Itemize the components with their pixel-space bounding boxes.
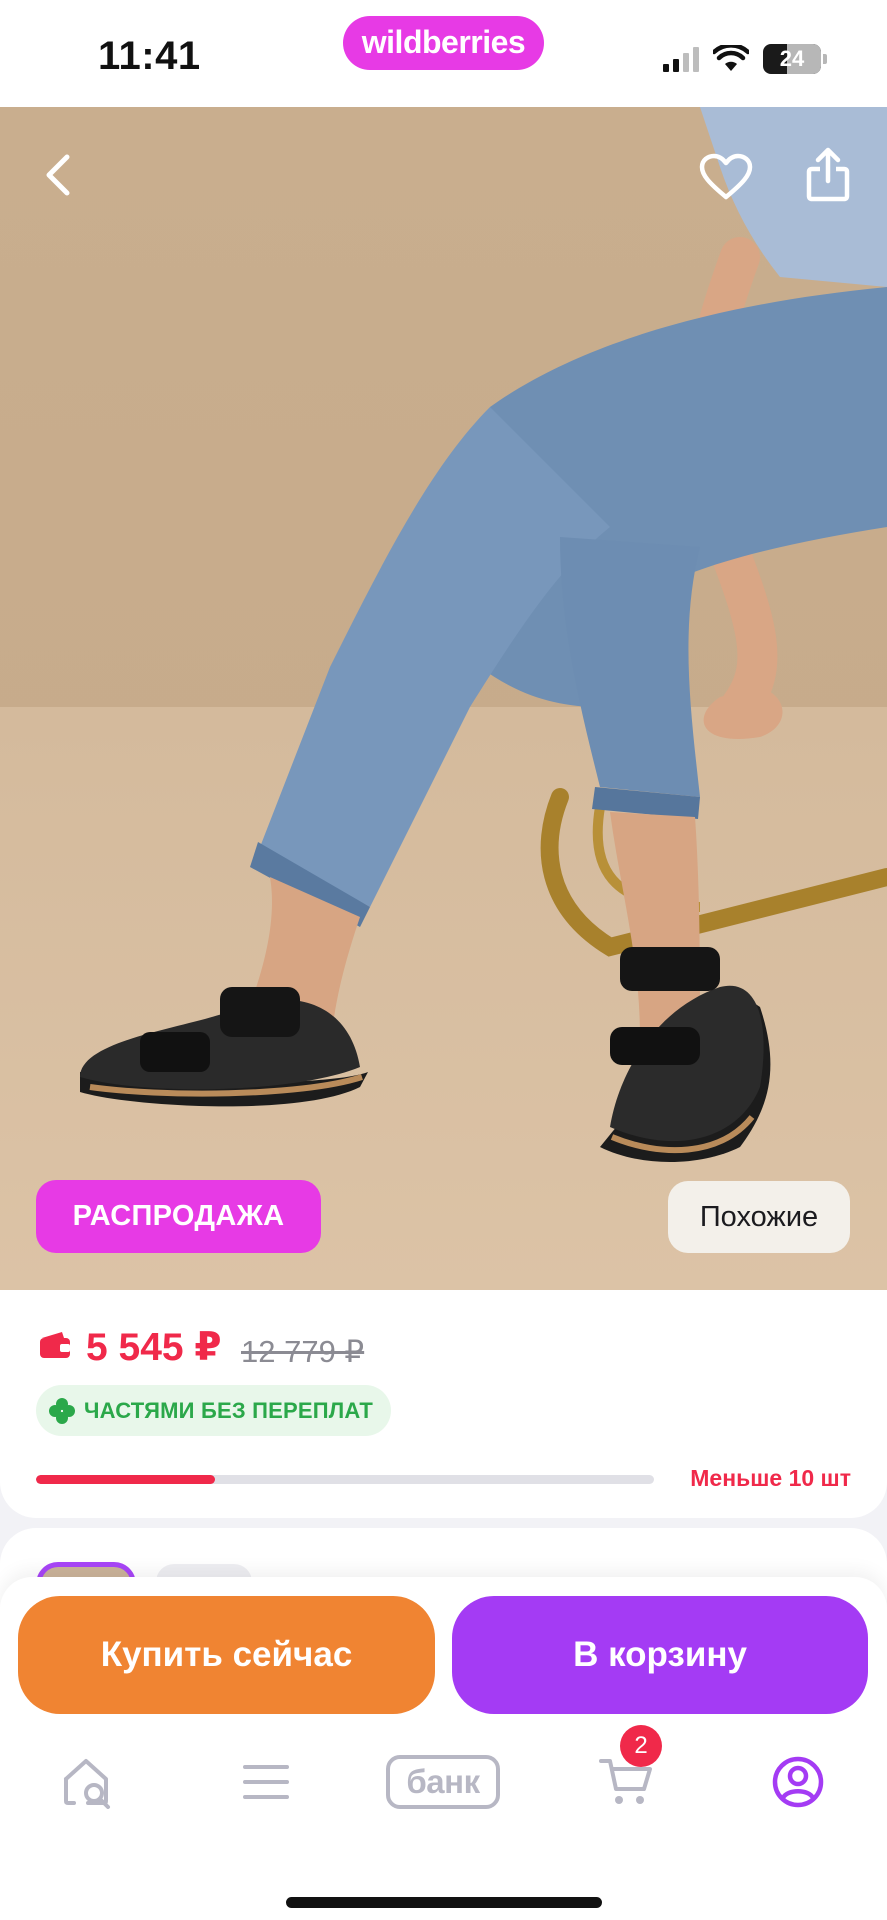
wifi-icon: [713, 45, 749, 71]
back-button[interactable]: [30, 147, 86, 203]
clover-icon: [49, 1397, 75, 1424]
add-to-cart-button[interactable]: В корзину: [452, 1596, 868, 1714]
cart-count-badge: 2: [620, 1725, 662, 1767]
current-price: 5 545 ₽: [86, 1326, 222, 1369]
menu-icon: [243, 1765, 289, 1799]
wallet-icon: [40, 1332, 70, 1358]
bottom-panel: Купить сейчас В корзину банк 2: [0, 1577, 887, 1920]
home-search-icon: [64, 1759, 110, 1809]
price-card: 5 545 ₽ 12 779 ₽ ЧАСТЯМИ БЕЗ ПЕРЕПЛАТ Ме…: [0, 1290, 887, 1518]
heart-icon: [699, 153, 753, 200]
home-indicator: [286, 1897, 602, 1908]
clock: 11:41: [98, 34, 201, 78]
buy-now-button[interactable]: Купить сейчас: [18, 1596, 435, 1714]
tab-bank[interactable]: банк: [384, 1737, 502, 1827]
tab-bar: банк 2: [0, 1725, 887, 1847]
battery-icon: 24: [763, 44, 821, 74]
favorite-button[interactable]: [696, 147, 756, 207]
stock-progress-bar: [36, 1475, 654, 1484]
stock-progress-fill: [36, 1475, 216, 1484]
battery-level: 24: [779, 46, 805, 71]
installments-badge[interactable]: ЧАСТЯМИ БЕЗ ПЕРЕПЛАТ: [36, 1385, 392, 1436]
tab-profile[interactable]: [770, 1737, 826, 1827]
app-indicator-pill[interactable]: wildberries: [343, 16, 544, 70]
share-icon: [806, 147, 850, 202]
profile-icon: [772, 1756, 824, 1808]
similar-button[interactable]: Похожие: [668, 1181, 850, 1253]
installments-label: ЧАСТЯМИ БЕЗ ПЕРЕПЛАТ: [84, 1397, 374, 1423]
chevron-left-icon: [46, 154, 70, 196]
status-icons: 24: [663, 42, 827, 76]
share-button[interactable]: [798, 143, 858, 207]
sale-badge: РАСПРОДАЖА: [36, 1180, 321, 1253]
stock-label: Меньше 10 шт: [690, 1465, 851, 1491]
old-price: 12 779 ₽: [241, 1334, 365, 1369]
cellular-signal-icon: [663, 46, 699, 72]
product-image[interactable]: РАСПРОДАЖА Похожие: [0, 107, 887, 1290]
tab-home[interactable]: [56, 1737, 120, 1827]
tab-catalog[interactable]: [236, 1737, 296, 1827]
status-bar: 11:41 wildberries 24: [0, 0, 887, 107]
product-photo-illustration: [80, 107, 887, 1162]
bank-label: банк: [386, 1755, 500, 1809]
